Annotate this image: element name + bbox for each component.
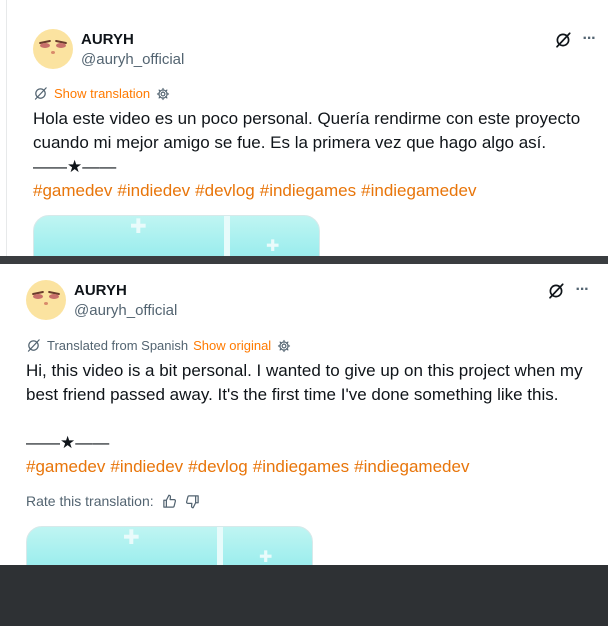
- thread-rule: [6, 0, 7, 256]
- grok-icon[interactable]: [547, 282, 565, 300]
- more-icon[interactable]: ···: [573, 281, 591, 299]
- show-original-link[interactable]: Show original: [193, 338, 271, 353]
- hashtag-list: #gamedev #indiedev #devlog #indiegames #indi…: [26, 455, 474, 479]
- avatar[interactable]: [26, 280, 66, 320]
- avatar[interactable]: [33, 29, 73, 69]
- panel-divider: [0, 256, 608, 264]
- ornament-divider: ——★——: [33, 157, 117, 176]
- hashtag-link[interactable]: #indiedev: [110, 457, 183, 476]
- post-text: Hi, this video is a bit personal. I want…: [26, 361, 583, 404]
- settings-icon[interactable]: [156, 87, 170, 101]
- video-thumbnail[interactable]: ✚ ✚: [26, 526, 313, 565]
- hashtag-link[interactable]: #devlog: [195, 181, 255, 200]
- thumbs-up-icon[interactable]: [162, 494, 177, 509]
- hashtag-list: #gamedev #indiedev #devlog #indiegames #indi…: [33, 179, 481, 203]
- author-name[interactable]: AURYH: [81, 31, 134, 48]
- translated-post: AURYH @auryh_official ··· Translated fro…: [0, 264, 608, 565]
- translation-row: Translated from Spanish Show original: [26, 338, 291, 353]
- hashtag-link[interactable]: #indiegames: [253, 457, 349, 476]
- video-thumbnail[interactable]: ✚ ✚: [33, 215, 320, 256]
- translate-icon: [27, 339, 40, 352]
- author-handle[interactable]: @auryh_official: [74, 302, 177, 319]
- hashtag-link[interactable]: #indiegamedev: [354, 457, 469, 476]
- settings-icon[interactable]: [277, 339, 291, 353]
- rate-translation-label: Rate this translation:: [26, 493, 154, 509]
- hashtag-link[interactable]: #gamedev: [33, 181, 112, 200]
- translate-icon: [34, 87, 47, 100]
- show-translation-link[interactable]: Show translation: [54, 86, 150, 101]
- hashtag-link[interactable]: #gamedev: [26, 457, 105, 476]
- translation-row: Show translation: [33, 86, 170, 101]
- background-fill: [0, 565, 608, 626]
- hashtag-link[interactable]: #devlog: [188, 457, 248, 476]
- grok-icon[interactable]: [554, 31, 572, 49]
- translated-from-label: Translated from Spanish: [47, 338, 189, 353]
- hashtag-link[interactable]: #indiegamedev: [361, 181, 476, 200]
- hashtag-link[interactable]: #indiegames: [260, 181, 356, 200]
- author-handle[interactable]: @auryh_official: [81, 51, 184, 68]
- hashtag-link[interactable]: #indiedev: [117, 181, 190, 200]
- post-text: Hola este video es un poco personal. Que…: [33, 109, 581, 152]
- author-name[interactable]: AURYH: [74, 282, 127, 299]
- more-icon[interactable]: ···: [580, 30, 598, 48]
- original-post: AURYH @auryh_official ··· Show translati…: [0, 0, 608, 256]
- rate-translation-row: Rate this translation:: [26, 493, 200, 509]
- ornament-divider: ——★——: [26, 433, 110, 452]
- thumbs-down-icon[interactable]: [185, 494, 200, 509]
